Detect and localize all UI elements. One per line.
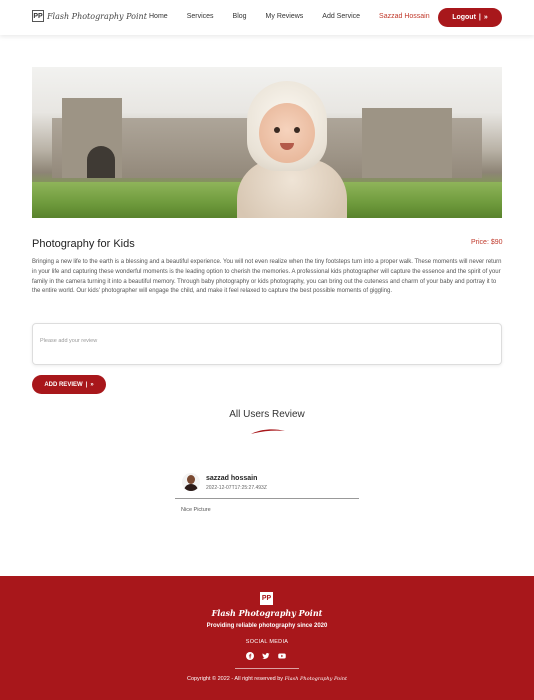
site-header: PP Flash Photography Point Home Services… — [0, 0, 534, 35]
avatar — [182, 473, 200, 491]
copyright-brand: Flash Photography Point — [284, 676, 348, 682]
baby-face — [259, 103, 315, 163]
nav-services[interactable]: Services — [187, 13, 214, 20]
review-date: 2022-12-07T17:25:27.493Z — [206, 485, 267, 491]
nav-my-reviews[interactable]: My Reviews — [266, 13, 304, 20]
title-underline-swoosh — [251, 429, 285, 434]
main-nav: Home Services Blog My Reviews Add Servic… — [149, 13, 449, 20]
add-review-button[interactable]: ADD REVIEW | » — [32, 375, 106, 394]
social-media-label: SOCIAL MEDIA — [245, 639, 289, 645]
twitter-icon[interactable] — [262, 652, 270, 660]
footer-divider — [235, 668, 299, 669]
baby-figure — [237, 81, 357, 218]
site-logo[interactable]: PP Flash Photography Point — [32, 10, 147, 22]
castle-tower-right — [362, 108, 452, 178]
logo-text: Flash Photography Point — [47, 11, 147, 21]
double-chevron-right-icon: » — [90, 381, 94, 388]
double-chevron-right-icon: » — [483, 14, 488, 21]
review-text: Nice Picture — [181, 507, 211, 513]
service-price: Price: $90 — [471, 239, 503, 246]
baby-eye-right — [294, 127, 300, 133]
review-card: sazzad hossain 2022-12-07T17:25:27.493Z — [175, 467, 359, 499]
site-footer: PP Flash Photography Point Providing rel… — [0, 576, 534, 700]
logout-button[interactable]: Logout | » — [438, 8, 502, 27]
review-textarea[interactable]: Please add your review — [32, 323, 502, 365]
copyright: Copyright © 2022 - All right reserved by… — [0, 676, 534, 682]
logo-mark-icon: PP — [32, 10, 44, 22]
service-description: Bringing a new life to the earth is a bl… — [32, 259, 502, 295]
youtube-icon[interactable] — [278, 652, 286, 660]
logout-label: Logout — [452, 14, 476, 21]
service-title: Photography for Kids — [32, 238, 135, 250]
service-hero-image — [32, 67, 502, 218]
nav-home[interactable]: Home — [149, 13, 168, 20]
baby-eye-left — [274, 127, 280, 133]
avatar-shoulders — [184, 484, 198, 491]
reviewer-name: sazzad hossain — [206, 475, 258, 482]
copyright-text: Copyright © 2022 - All right reserved by — [186, 676, 284, 682]
social-links — [246, 652, 286, 660]
baby-mouth — [280, 143, 294, 150]
separator: | — [478, 14, 481, 21]
separator: | — [85, 381, 88, 388]
nav-add-service[interactable]: Add Service — [322, 13, 360, 20]
reviews-section-title: All Users Review — [229, 409, 305, 420]
add-review-label: ADD REVIEW — [44, 381, 83, 388]
footer-tagline: Providing reliable photography since 202… — [206, 623, 328, 629]
nav-user-name[interactable]: Sazzad Hossain — [379, 13, 430, 20]
footer-logo-text: Flash Photography Point — [211, 608, 323, 618]
nav-blog[interactable]: Blog — [233, 13, 247, 20]
castle-arch — [87, 146, 115, 178]
footer-logo-mark-icon: PP — [260, 592, 273, 605]
avatar-head — [187, 475, 195, 484]
facebook-icon[interactable] — [246, 652, 254, 660]
